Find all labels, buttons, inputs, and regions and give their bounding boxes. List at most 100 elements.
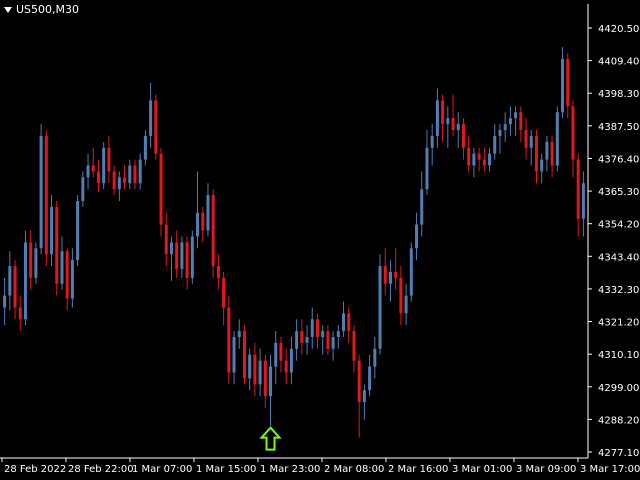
candle xyxy=(289,336,293,385)
candle-body xyxy=(425,147,429,190)
candle-body xyxy=(514,112,518,119)
candle-body xyxy=(237,331,241,337)
price-tick-label: 4354.20 xyxy=(598,220,639,231)
price-tick-label: 4288.20 xyxy=(598,415,639,426)
candle-body xyxy=(112,171,116,190)
candle-body xyxy=(253,354,257,385)
candle-body xyxy=(123,177,127,184)
candle-body xyxy=(107,147,111,172)
candle-body xyxy=(368,366,372,391)
candle-body xyxy=(269,366,273,397)
candle xyxy=(326,325,330,355)
candle-body xyxy=(336,331,340,337)
candle-body xyxy=(133,165,137,184)
candle-body xyxy=(347,313,351,332)
candle xyxy=(81,171,85,207)
chart-canvas[interactable]: 4420.50 4409.40 4398.30 4387.50 4376.40 4365.… xyxy=(0,0,640,480)
candle-body xyxy=(263,360,267,397)
price-tick-label: 4365.30 xyxy=(598,187,639,198)
candle xyxy=(555,106,559,172)
candle-body xyxy=(175,242,179,269)
time-tick-label: 3 Mar 09:00 xyxy=(516,464,576,475)
candle xyxy=(524,118,528,160)
candle xyxy=(482,147,486,172)
candle-body xyxy=(55,206,59,284)
signal-arrow-shape xyxy=(259,426,282,451)
candle xyxy=(13,260,17,320)
candle xyxy=(498,124,502,154)
candle-body xyxy=(216,266,220,278)
time-tick-label: 3 Mar 01:00 xyxy=(452,464,512,475)
candle xyxy=(86,153,90,190)
price-chart[interactable]: 4420.50 4409.40 4398.30 4387.50 4376.40 4365.… xyxy=(0,0,640,480)
triangle-down-icon[interactable] xyxy=(4,7,12,13)
candle-body xyxy=(206,195,210,231)
candle-body xyxy=(18,307,22,320)
candle-body xyxy=(169,242,173,255)
price-tick-label: 4277.10 xyxy=(598,448,639,459)
candle-body xyxy=(315,319,319,337)
price-tick-label: 4420.50 xyxy=(598,24,639,35)
candle xyxy=(451,94,455,136)
candle xyxy=(357,354,361,438)
time-tick-label: 3 Mar 17:00 xyxy=(580,464,640,475)
candle xyxy=(461,118,465,160)
candle-body xyxy=(357,360,361,403)
candle-body xyxy=(8,266,12,296)
candle-body xyxy=(65,251,69,299)
candle xyxy=(352,325,356,373)
candle xyxy=(180,236,184,278)
symbol-header: US500,M30 xyxy=(4,3,79,16)
candle-body xyxy=(81,177,85,201)
candle xyxy=(143,130,147,166)
candle-body xyxy=(201,212,205,231)
candle xyxy=(342,301,346,337)
candle xyxy=(44,130,48,267)
candle-body xyxy=(388,271,392,284)
price-tick-label: 4321.20 xyxy=(598,318,639,329)
candle-body xyxy=(34,248,38,278)
price-tick-label: 4332.30 xyxy=(598,285,639,296)
candle-body xyxy=(211,195,215,267)
candle xyxy=(169,236,173,281)
candle xyxy=(211,189,215,278)
price-tick-label: 4398.30 xyxy=(598,89,639,100)
candle xyxy=(263,354,267,408)
candle-body xyxy=(154,100,158,154)
candle-body xyxy=(404,295,408,314)
candle-body xyxy=(373,348,377,367)
candle-body xyxy=(561,59,565,113)
candle-body xyxy=(295,331,299,349)
candle-body xyxy=(545,141,549,160)
candle xyxy=(107,135,111,184)
symbol-timeframe-label: US500,M30 xyxy=(16,3,80,16)
candle xyxy=(190,230,194,284)
candle xyxy=(154,94,158,160)
candle-body xyxy=(451,118,455,131)
candle-body xyxy=(576,159,580,219)
candle-body xyxy=(503,124,507,131)
time-tick-label: 28 Feb 22:00 xyxy=(68,464,134,475)
candle-body xyxy=(456,124,460,131)
candle xyxy=(394,248,398,290)
candle xyxy=(404,283,408,326)
candle-body xyxy=(289,348,293,373)
candle-body xyxy=(284,360,288,373)
price-tick-label: 4387.50 xyxy=(598,122,639,133)
candle xyxy=(196,171,200,249)
candle-body xyxy=(321,331,325,337)
candle xyxy=(18,295,22,332)
candle-body xyxy=(3,295,7,308)
time-tick-label: 2 Mar 16:00 xyxy=(388,464,448,475)
price-tick-label: 4409.40 xyxy=(598,57,639,68)
candle xyxy=(477,147,481,172)
candle xyxy=(123,165,127,190)
candle xyxy=(581,171,585,237)
candle-body xyxy=(185,242,189,278)
candle xyxy=(232,331,236,385)
candle-body xyxy=(143,135,147,160)
candle xyxy=(3,277,7,326)
candle xyxy=(128,159,132,190)
candle-body xyxy=(550,141,554,166)
candle-body xyxy=(279,342,283,361)
